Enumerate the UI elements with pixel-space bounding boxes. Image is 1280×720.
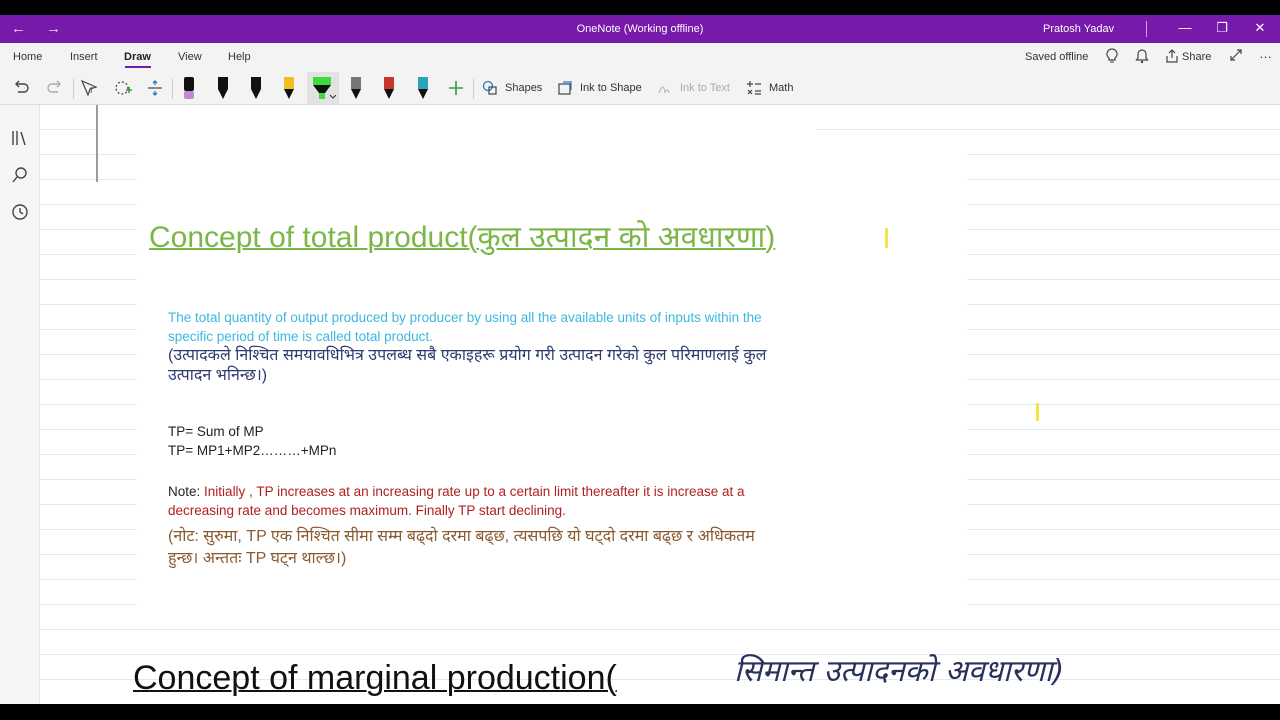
pen-teal[interactable]: [415, 77, 431, 99]
ribbon-divider: [172, 79, 173, 99]
search-icon[interactable]: [11, 166, 29, 184]
navigation-rail: [0, 105, 40, 704]
note-english[interactable]: Note: Initially , TP increases at an inc…: [168, 482, 788, 520]
math-button[interactable]: Math: [746, 77, 793, 99]
ribbon-divider: [73, 79, 74, 99]
highlighter-stroke: [1036, 403, 1039, 421]
svg-text:I: I: [90, 86, 92, 95]
page-margin-line: [96, 105, 98, 182]
ink-to-shape-label: Ink to Shape: [580, 82, 642, 94]
shapes-icon: [482, 80, 497, 95]
saved-status: Saved offline: [1025, 51, 1089, 63]
handwritten-text: सिमान्त उत्पादनको अवधारणा): [734, 654, 1064, 689]
pen-red[interactable]: [381, 77, 397, 99]
share-button[interactable]: Share: [1182, 51, 1211, 63]
handwritten-ink[interactable]: सिमान्त उत्पादनको अवधारणा): [730, 643, 1150, 698]
active-tab-indicator: [125, 66, 151, 68]
formula-line-1[interactable]: TP= Sum of MP: [168, 424, 264, 439]
close-icon[interactable]: ✕: [1250, 20, 1270, 36]
add-pen-icon[interactable]: [447, 77, 465, 99]
ink-to-text-icon: [658, 86, 670, 94]
tab-help[interactable]: Help: [228, 51, 251, 63]
tab-view[interactable]: View: [178, 51, 202, 63]
ink-to-text-button[interactable]: Ink to Text: [657, 77, 730, 99]
ink-to-shape-button[interactable]: Ink to Shape: [557, 77, 642, 99]
highlighter-stroke: [885, 228, 888, 248]
pen-gray[interactable]: [348, 77, 364, 99]
restore-icon[interactable]: ❐: [1212, 20, 1232, 36]
notebooks-icon[interactable]: [11, 129, 29, 147]
redo-icon[interactable]: [46, 77, 64, 99]
note-label: Note:: [168, 484, 201, 499]
shapes-label: Shapes: [505, 82, 543, 94]
menu-bar: Home Insert Draw View Help Saved offline…: [0, 43, 1280, 71]
marginal-production-heading[interactable]: Concept of marginal production(: [133, 659, 617, 698]
undo-icon[interactable]: [12, 77, 30, 99]
more-options-icon[interactable]: …: [1259, 46, 1272, 61]
onenote-window: ← → OneNote (Working offline) Pratosh Ya…: [0, 15, 1280, 704]
ribbon-divider: [473, 79, 474, 99]
formula-line-2[interactable]: TP= MP1+MP2………+MPn: [168, 443, 336, 458]
page-heading[interactable]: Concept of total product(कुल उत्पादन को …: [149, 215, 775, 256]
tab-insert[interactable]: Insert: [70, 51, 98, 63]
math-label: Math: [769, 82, 794, 94]
definition-english[interactable]: The total quantity of output produced by…: [168, 308, 788, 346]
note-canvas[interactable]: Concept of total product(कुल उत्पादन को …: [40, 105, 1280, 704]
pen-yellow[interactable]: [281, 77, 297, 99]
ink-to-text-label: Ink to Text: [680, 82, 730, 94]
tab-draw[interactable]: Draw: [124, 51, 151, 63]
definition-nepali[interactable]: (उत्पादकले निश्चित समयावधिभित्र उपलब्ध स…: [168, 346, 808, 386]
page-content-area: [97, 105, 817, 145]
title-bar: ← → OneNote (Working offline) Pratosh Ya…: [0, 15, 1280, 43]
lasso-select-icon[interactable]: [113, 77, 133, 99]
user-name[interactable]: Pratosh Yadav: [1043, 23, 1114, 35]
bell-icon[interactable]: [1135, 48, 1149, 67]
type-select-icon[interactable]: I: [80, 77, 98, 99]
draw-ribbon: I Shapes Ink to Shape Ink to Text Math: [0, 71, 1280, 105]
minimize-icon[interactable]: —: [1175, 20, 1195, 35]
shapes-button[interactable]: Shapes: [482, 77, 542, 99]
ink-to-shape-icon: [558, 81, 572, 95]
tab-home[interactable]: Home: [13, 51, 42, 63]
math-icon: [747, 81, 761, 95]
lightbulb-icon[interactable]: [1105, 48, 1119, 67]
highlighter-green[interactable]: [310, 77, 336, 99]
recent-clock-icon[interactable]: [11, 203, 29, 221]
pen-black-2[interactable]: [248, 77, 264, 99]
expand-icon[interactable]: [1229, 48, 1243, 65]
share-icon[interactable]: [1165, 48, 1179, 67]
titlebar-divider: [1146, 21, 1147, 37]
pen-black-1[interactable]: [215, 77, 231, 99]
add-space-icon[interactable]: [146, 77, 164, 99]
note-nepali[interactable]: (नोट: सुरुमा, TP एक निश्चित सीमा सम्म बढ…: [168, 526, 768, 570]
note-text: Initially , TP increases at an increasin…: [168, 484, 745, 518]
pen-black-purple[interactable]: [181, 77, 197, 99]
